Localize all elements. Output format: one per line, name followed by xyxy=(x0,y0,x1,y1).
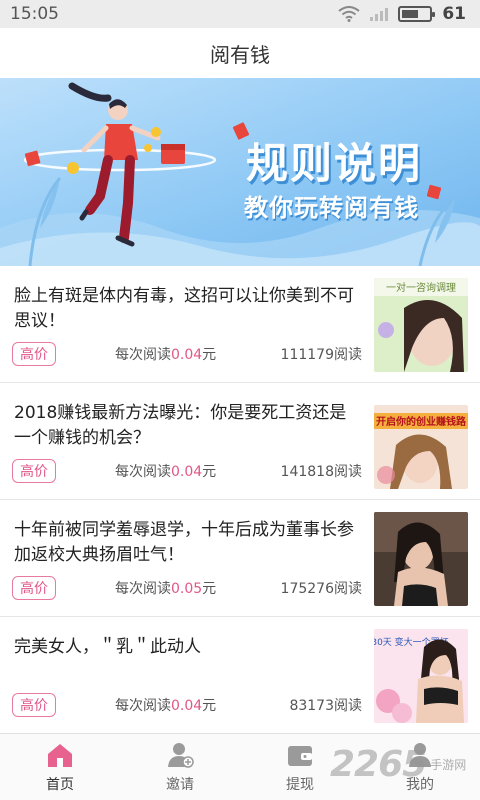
invite-icon xyxy=(168,743,194,768)
wallet-icon xyxy=(288,746,312,766)
article-thumbnail: 30天 变大一个罩杯 xyxy=(374,629,468,723)
status-bar: 15:05 61 xyxy=(0,0,480,28)
price-tag: 高价 xyxy=(12,342,56,366)
status-icons: 61 xyxy=(338,4,466,24)
svg-text:开启你的创业赚钱路: 开启你的创业赚钱路 xyxy=(376,415,467,428)
article-title: 十年前被同学羞辱退学，十年后成为董事长参加返校大典扬眉吐气！ xyxy=(14,520,354,565)
article-meta: 高价 每次阅读0.05元 175276阅读 xyxy=(12,576,362,600)
nav-invite[interactable]: 邀请 xyxy=(120,734,240,800)
nav-label-invite: 邀请 xyxy=(166,777,194,793)
banner-subtitle: 教你玩转阅有钱 xyxy=(244,194,419,222)
battery-level: 61 xyxy=(442,4,466,24)
status-time: 15:05 xyxy=(10,4,59,24)
svg-text:一对一咨询调理: 一对一咨询调理 xyxy=(386,281,456,294)
read-count: 175276阅读 xyxy=(280,581,362,597)
price-tag: 高价 xyxy=(12,693,56,717)
article-thumbnail xyxy=(374,512,468,606)
wifi-icon xyxy=(338,6,360,22)
article-item[interactable]: 脸上有斑是体内有毒，这招可以让你美到不可思议！ 高价 每次阅读0.04元 111… xyxy=(0,266,480,383)
article-meta: 高价 每次阅读0.04元 111179阅读 xyxy=(12,342,362,366)
reward-rate: 每次阅读0.05元 xyxy=(115,581,217,597)
site-watermark: 2265 手游网 xyxy=(330,744,467,785)
page-title: 阅有钱 xyxy=(210,42,270,67)
price-tag: 高价 xyxy=(12,576,56,600)
article-thumbnail: 开启你的创业赚钱路 xyxy=(374,405,468,489)
article-meta: 高价 每次阅读0.04元 141818阅读 xyxy=(12,459,362,483)
price-tag: 高价 xyxy=(12,459,56,483)
read-count: 83173阅读 xyxy=(289,698,362,714)
battery-icon xyxy=(398,6,436,22)
nav-label-home: 首页 xyxy=(46,777,74,793)
nav-label-withdraw: 提现 xyxy=(286,777,314,793)
home-icon xyxy=(48,744,72,767)
banner-title: 规则说明 xyxy=(246,139,423,188)
reward-rate: 每次阅读0.04元 xyxy=(115,698,217,714)
read-count: 111179阅读 xyxy=(280,347,362,363)
nav-home[interactable]: 首页 xyxy=(0,734,120,800)
article-item[interactable]: 2018赚钱最新方法曝光：你是要死工资还是一个赚钱的机会？ 高价 每次阅读0.0… xyxy=(0,383,480,500)
article-title: 完美女人，＂乳＂此动人 xyxy=(14,637,201,657)
article-list: 脸上有斑是体内有毒，这招可以让你美到不可思议！ 高价 每次阅读0.04元 111… xyxy=(0,266,480,734)
article-title: 脸上有斑是体内有毒，这招可以让你美到不可思议！ xyxy=(14,286,354,331)
article-item[interactable]: 完美女人，＂乳＂此动人 高价 每次阅读0.04元 83173阅读 30天 变大一… xyxy=(0,617,480,734)
signal-icon xyxy=(370,7,389,21)
reward-rate: 每次阅读0.04元 xyxy=(115,347,217,363)
article-meta: 高价 每次阅读0.04元 83173阅读 xyxy=(12,693,362,717)
article-thumbnail: 一对一咨询调理 xyxy=(374,278,468,372)
article-title: 2018赚钱最新方法曝光：你是要死工资还是一个赚钱的机会？ xyxy=(14,403,347,448)
app-header: 阅有钱 xyxy=(0,28,480,78)
rules-banner[interactable]: 规则说明 教你玩转阅有钱 xyxy=(0,78,480,266)
reward-rate: 每次阅读0.04元 xyxy=(115,464,217,480)
article-item[interactable]: 十年前被同学羞辱退学，十年后成为董事长参加返校大典扬眉吐气！ 高价 每次阅读0.… xyxy=(0,500,480,617)
read-count: 141818阅读 xyxy=(280,464,362,480)
